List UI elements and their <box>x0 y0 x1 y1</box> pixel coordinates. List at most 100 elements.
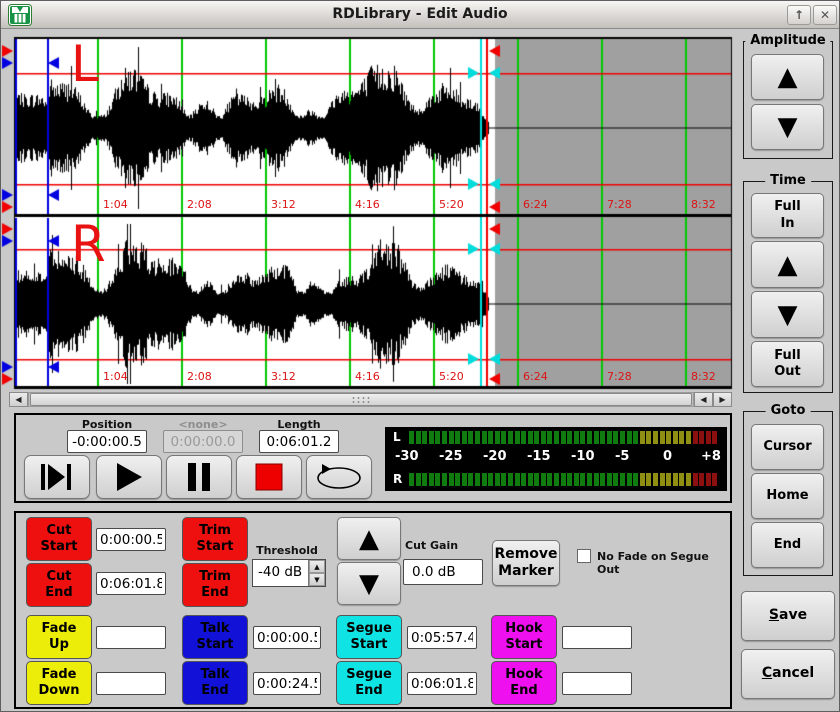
trim-start-button[interactable]: Trim Start <box>182 517 248 561</box>
meter-segment <box>429 431 434 444</box>
scrollbar-grip <box>351 396 371 405</box>
waveform-scrollbar[interactable]: ◀ ◀ ▶ <box>9 392 732 407</box>
full-out-button[interactable]: Full Out <box>751 341 824 387</box>
cancel-button[interactable]: Cancel <box>741 649 835 699</box>
meter-segment <box>706 431 711 444</box>
waveform-display[interactable] <box>1 33 741 409</box>
titlebar[interactable]: RDLibrary - Edit Audio ↑ ✕ <box>1 1 839 29</box>
meter-segment <box>515 431 520 444</box>
meter-segment <box>646 431 651 444</box>
shade-icon: ↑ <box>794 8 804 22</box>
shade-window-button[interactable]: ↑ <box>787 5 811 25</box>
meter-segment <box>627 473 632 486</box>
talk-start-field[interactable] <box>253 626 321 649</box>
meter-segment <box>435 473 440 486</box>
scrollbar-thumb[interactable] <box>30 393 692 406</box>
meter-segment <box>653 473 658 486</box>
no-fade-checkbox[interactable] <box>577 549 591 563</box>
goto-end-button[interactable]: End <box>751 522 824 568</box>
scroll-left-button-2[interactable]: ◀ <box>694 392 713 407</box>
threshold-value[interactable]: -40 dB <box>253 560 308 586</box>
hook-end-button[interactable]: Hook End <box>491 661 557 705</box>
hook-end-field[interactable] <box>562 672 632 695</box>
meter-segment <box>409 473 414 486</box>
meter-segment <box>679 473 684 486</box>
meter-segment <box>541 473 546 486</box>
remove-marker-button[interactable]: Remove Marker <box>492 540 560 586</box>
meter-segment <box>528 473 533 486</box>
scroll-right-button[interactable]: ▶ <box>713 392 732 407</box>
talk-start-button[interactable]: Talk Start <box>182 615 248 659</box>
cut-end-button[interactable]: Cut End <box>26 563 92 607</box>
threshold-down-button[interactable]: ▼ <box>309 573 325 586</box>
cut-end-field[interactable] <box>96 572 166 595</box>
gain-up-button[interactable]: ▲ <box>337 517 401 560</box>
save-button[interactable]: Save <box>741 591 835 641</box>
window-title: RDLibrary - Edit Audio <box>1 6 839 22</box>
meter-segment <box>699 473 704 486</box>
segue-start-button[interactable]: Segue Start <box>336 615 402 659</box>
pause-button[interactable] <box>166 455 232 499</box>
scroll-left-button[interactable]: ◀ <box>9 392 28 407</box>
trim-end-button[interactable]: Trim End <box>182 563 248 607</box>
stop-button[interactable] <box>236 455 302 499</box>
cut-start-field[interactable] <box>96 528 166 551</box>
meter-segment <box>495 431 500 444</box>
meter-segment <box>660 431 665 444</box>
time-down-icon: ▼ <box>778 302 798 328</box>
talk-end-field[interactable] <box>253 672 321 695</box>
meter-segment <box>666 431 671 444</box>
scrollbar-groove[interactable] <box>28 392 694 407</box>
fade-up-field[interactable] <box>96 626 166 649</box>
segue-end-button[interactable]: Segue End <box>336 661 402 705</box>
position-field[interactable] <box>67 430 147 453</box>
meter-segment <box>561 431 566 444</box>
threshold-spinners: ▲ ▼ <box>308 560 325 586</box>
meter-segment <box>693 473 698 486</box>
meter-right-label: R <box>393 472 402 486</box>
meter-segment <box>587 473 592 486</box>
meter-segment <box>422 431 427 444</box>
meter-segment <box>613 431 618 444</box>
scroll-right-icon: ▶ <box>719 395 725 404</box>
time-down-button[interactable]: ▼ <box>751 291 824 338</box>
play-button[interactable] <box>96 455 162 499</box>
hook-start-button[interactable]: Hook Start <box>491 615 557 659</box>
fade-down-field[interactable] <box>96 672 166 695</box>
full-in-button[interactable]: Full In <box>751 193 824 238</box>
meter-segment <box>607 431 612 444</box>
amplitude-up-button[interactable]: ▲ <box>751 54 824 100</box>
meter-segment <box>534 431 539 444</box>
fade-up-button[interactable]: Fade Up <box>26 615 92 659</box>
threshold-up-button[interactable]: ▲ <box>309 560 325 573</box>
meter-segment <box>515 473 520 486</box>
goto-cursor-button[interactable]: Cursor <box>751 424 824 470</box>
meter-segment <box>613 473 618 486</box>
hook-start-field[interactable] <box>562 626 632 649</box>
time-up-button[interactable]: ▲ <box>751 241 824 288</box>
amplitude-group: Amplitude ▲ ▼ <box>743 41 833 159</box>
time-label: 7:28 <box>607 198 632 211</box>
threshold-spinbox[interactable]: -40 dB ▲ ▼ <box>252 559 326 587</box>
meter-segment <box>541 431 546 444</box>
amplitude-down-button[interactable]: ▼ <box>751 104 824 150</box>
play-from-button[interactable] <box>24 455 90 499</box>
goto-group-title: Goto <box>766 403 811 418</box>
talk-end-button[interactable]: Talk End <box>182 661 248 705</box>
goto-home-button[interactable]: Home <box>751 473 824 519</box>
meter-segment <box>488 473 493 486</box>
meter-segment <box>679 431 684 444</box>
close-window-button[interactable]: ✕ <box>813 5 837 25</box>
fade-down-button[interactable]: Fade Down <box>26 661 92 705</box>
segue-end-field[interactable] <box>407 672 477 695</box>
cut-start-button[interactable]: Cut Start <box>26 517 92 561</box>
cut-gain-field[interactable] <box>403 559 483 585</box>
meter-scale-label: -5 <box>615 449 629 464</box>
segue-start-field[interactable] <box>407 626 477 649</box>
loop-button[interactable] <box>306 455 372 499</box>
meter-segment <box>554 431 559 444</box>
meter-segment <box>686 473 691 486</box>
gain-down-button[interactable]: ▼ <box>337 562 401 605</box>
meter-segment <box>508 431 513 444</box>
length-field[interactable] <box>259 430 339 453</box>
